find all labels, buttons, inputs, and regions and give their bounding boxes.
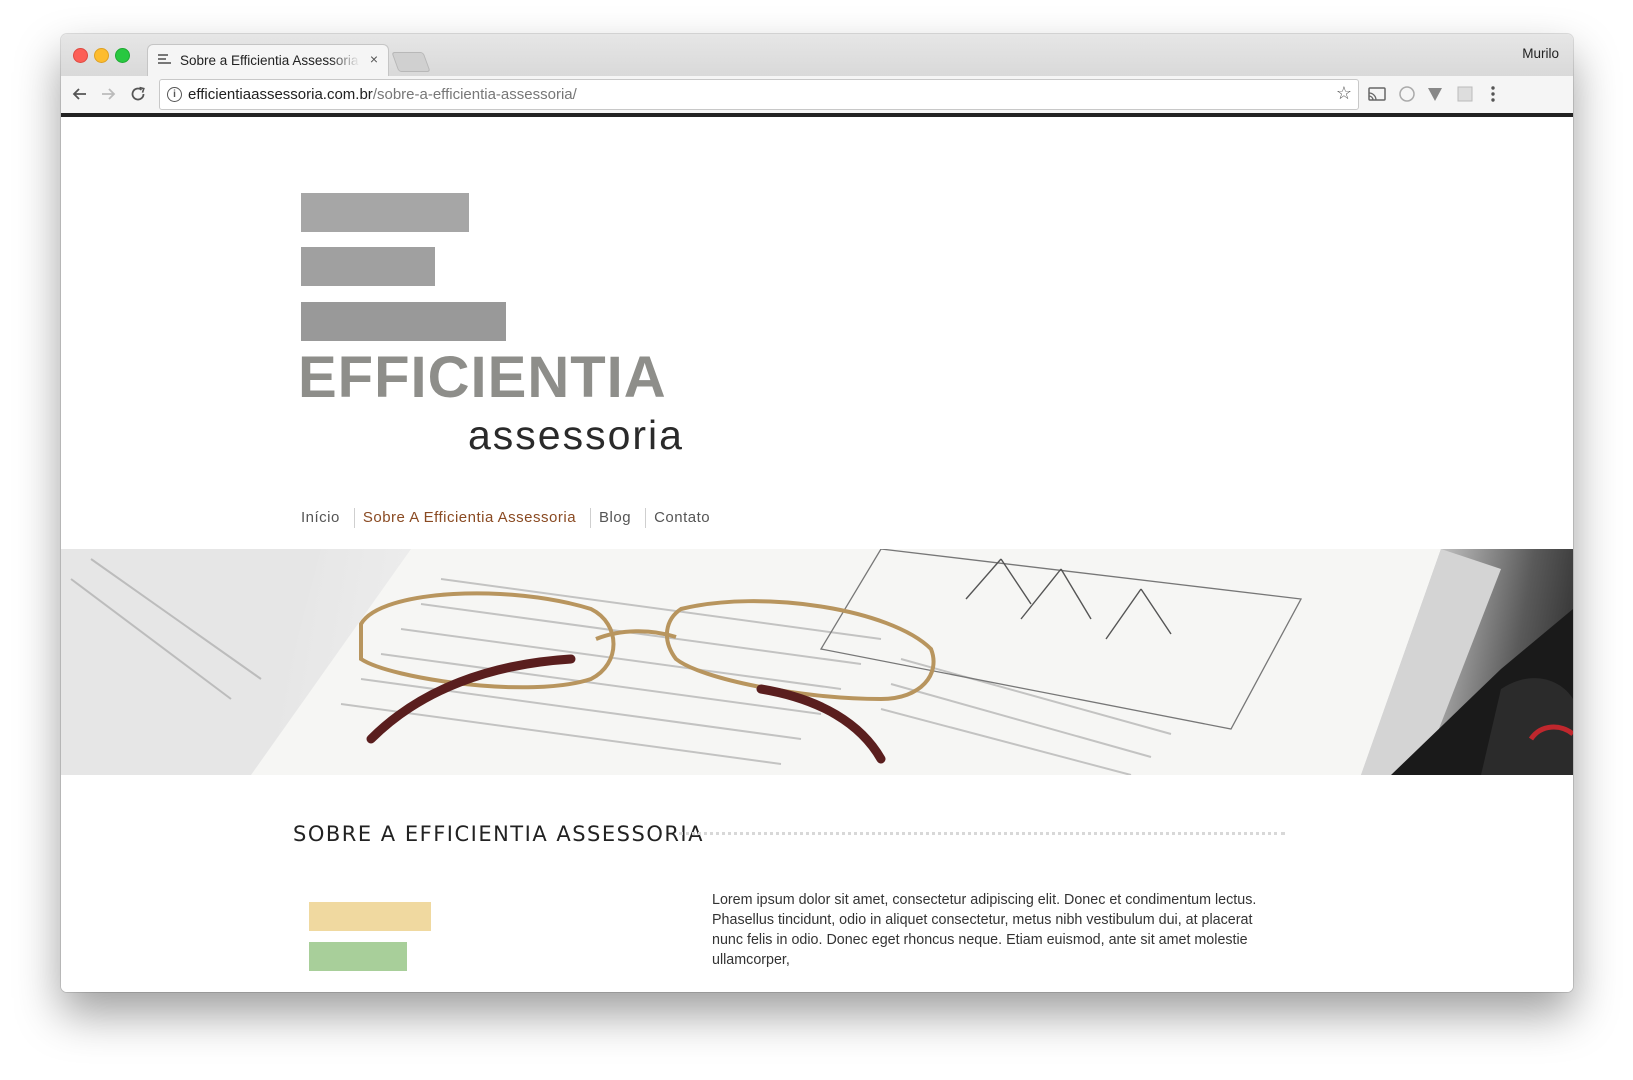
info-icon[interactable]: i: [167, 87, 182, 102]
about-paragraph: Lorem ipsum dolor sit amet, consectetur …: [712, 892, 1257, 968]
main-navigation: Início Sobre A Efficientia Assessoria Bl…: [293, 507, 724, 529]
logo-bar-bottom: [301, 302, 506, 341]
maximize-window-button[interactable]: [115, 48, 130, 63]
tab-bar: Sobre a Efficientia Assessoria × Murilo: [61, 34, 1573, 77]
reload-icon[interactable]: [127, 83, 149, 105]
section-divider: [679, 832, 1285, 835]
page-favicon-icon: [158, 54, 171, 64]
tab-title: Sobre a Efficientia Assessoria: [180, 53, 359, 68]
star-icon[interactable]: ☆: [1336, 83, 1352, 104]
address-bar[interactable]: i efficientiaassessoria.com.br/sobre-a-e…: [159, 79, 1359, 110]
hero-illustration: [61, 549, 1573, 775]
content-logo-bar-top: [309, 902, 431, 931]
logo-subtitle: assessoria: [468, 412, 684, 458]
close-window-button[interactable]: [73, 48, 88, 63]
logo-bar-top: [301, 193, 469, 232]
tab-close-icon[interactable]: ×: [370, 51, 378, 67]
url-text[interactable]: efficientiaassessoria.com.br/sobre-a-eff…: [188, 86, 577, 103]
nav-item-sobre[interactable]: Sobre A Efficientia Assessoria: [355, 508, 592, 528]
browser-window: Sobre a Efficientia Assessoria × Murilo …: [61, 34, 1573, 992]
minimize-window-button[interactable]: [94, 48, 109, 63]
extension-circle-icon[interactable]: [1397, 84, 1417, 104]
arrow-left-icon[interactable]: [69, 83, 91, 105]
new-tab-button[interactable]: [391, 52, 431, 72]
web-page: EFFICIENTIA assessoria Início Sobre A Ef…: [61, 117, 1573, 992]
browser-tab-active[interactable]: Sobre a Efficientia Assessoria ×: [147, 44, 389, 77]
kebab-menu-icon[interactable]: [1483, 84, 1503, 104]
url-path: /sobre-a-efficientia-assessoria/: [372, 86, 577, 103]
browser-toolbar: i efficientiaassessoria.com.br/sobre-a-e…: [61, 76, 1573, 117]
content-logo-image: [309, 902, 434, 992]
logo-bar-middle: [301, 247, 435, 286]
url-host: efficientiaassessoria.com.br: [188, 86, 373, 103]
section-title: SOBRE A EFFICIENTIA ASSESSORIA: [293, 822, 704, 846]
nav-item-contato[interactable]: Contato: [646, 508, 724, 528]
cast-icon[interactable]: [1367, 84, 1387, 104]
logo-wordmark: EFFICIENTIA: [298, 345, 667, 410]
profile-name[interactable]: Murilo: [1522, 46, 1559, 61]
nav-item-blog[interactable]: Blog: [591, 508, 647, 528]
site-logo[interactable]: EFFICIENTIA assessoria: [298, 193, 701, 458]
hero-banner-image: [61, 549, 1573, 775]
content-logo-bar-middle: [309, 942, 407, 971]
arrow-right-icon[interactable]: [97, 83, 119, 105]
extension-vee-icon[interactable]: [1425, 84, 1445, 104]
extension-grid-icon[interactable]: [1455, 84, 1475, 104]
nav-item-inicio[interactable]: Início: [293, 508, 355, 528]
